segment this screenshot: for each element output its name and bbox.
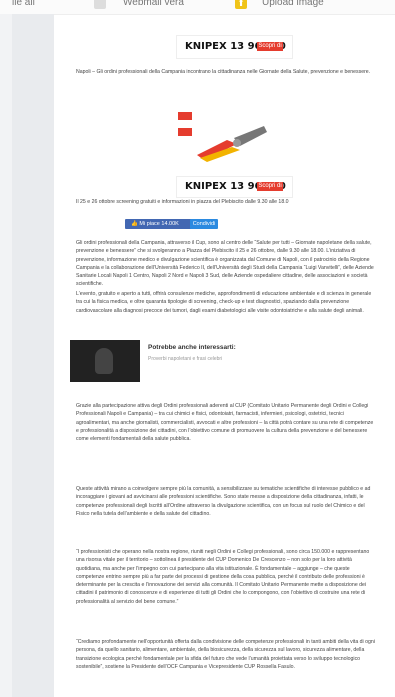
image-caption: Il 25 e 26 ottobre screening gratuiti e … <box>76 199 289 205</box>
article-paragraph: “Crediamo profondamente nell’opportunità… <box>76 639 375 670</box>
article-paragraph: Grazie alla partecipazione attiva degli … <box>76 403 374 443</box>
article-intro: Napoli – Gli ordini professionali della … <box>76 69 371 75</box>
webmail-icon <box>94 0 106 9</box>
ad-banner[interactable]: KNIPEX 13 96 200 Scopri di più <box>176 176 293 198</box>
badge: RS <box>178 128 192 142</box>
bookmark-label[interactable]: ile all <box>12 0 35 8</box>
ad-cta-button[interactable]: Scopri di più <box>257 182 283 198</box>
product-image[interactable]: RS RS <box>178 112 274 174</box>
badge: RS <box>178 112 192 126</box>
ad-cta-button[interactable]: Scopri di più <box>257 42 283 58</box>
bookmark-webmail[interactable]: Webmail vera <box>123 0 184 8</box>
article-paragraph: L’evento, gratuito e aperto a tutti, off… <box>76 291 372 314</box>
related-link[interactable]: Proverbi napoletani e frasi celebri <box>148 356 222 362</box>
browser-bookmarks-bar: ile all Webmail vera ⬆ Upload image <box>0 0 395 15</box>
bookmark-upload[interactable]: Upload image <box>262 0 324 8</box>
related-thumbnail <box>70 340 140 382</box>
share-button[interactable]: Condividi <box>190 219 218 229</box>
article-paragraph: Queste attività mirano a coinvolgere sem… <box>76 486 371 517</box>
article-paragraph: Gli ordini professionali della Campania,… <box>76 240 374 288</box>
ad-banner[interactable]: KNIPEX 13 96 200 Scopri di più <box>176 35 293 59</box>
like-count: Mi piace 14.00K <box>139 221 179 227</box>
article-paragraph: “I professionisti che operano nella nost… <box>76 549 370 605</box>
pliers-icon <box>197 126 267 162</box>
facebook-like-button[interactable]: 👍 Mi piace 14.00K <box>125 219 195 229</box>
person-silhouette <box>95 348 113 374</box>
related-article-card[interactable]: Potrebbe anche interessarti: Proverbi na… <box>70 340 388 388</box>
related-title: Potrebbe anche interessarti: <box>148 344 236 351</box>
side-panel <box>12 14 54 697</box>
upload-icon: ⬆ <box>235 0 247 9</box>
